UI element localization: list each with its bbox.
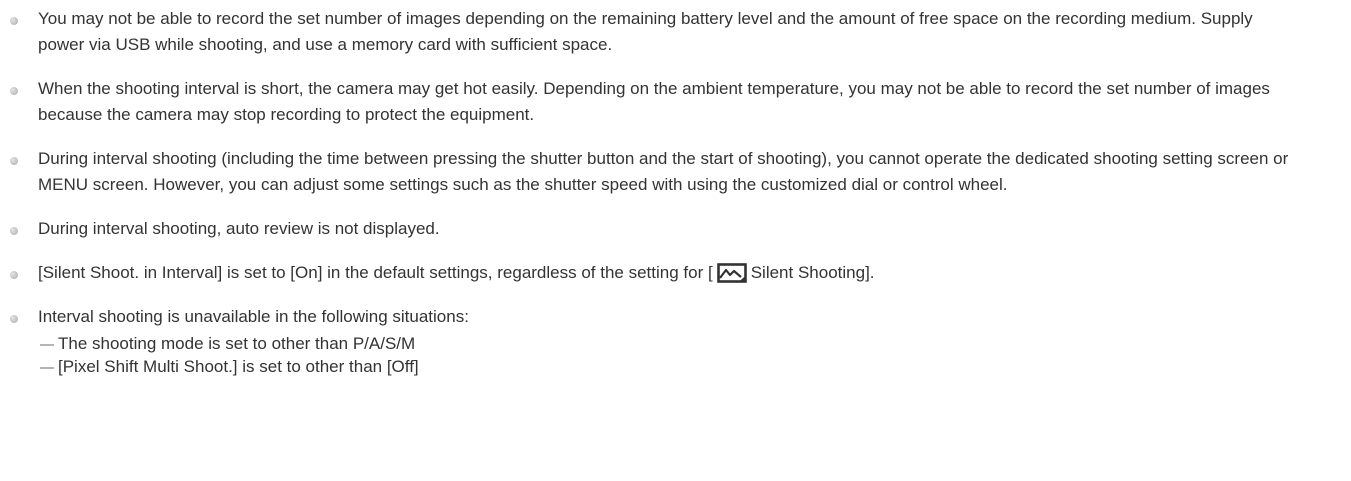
note-text-after-icon: Silent Shooting]. bbox=[750, 263, 875, 282]
sub-item-text: The shooting mode is set to other than P… bbox=[58, 334, 416, 353]
note-item: During interval shooting, auto review is… bbox=[0, 216, 1293, 242]
bullet-icon bbox=[10, 157, 18, 165]
note-item: During interval shooting (including the … bbox=[0, 146, 1293, 198]
note-text: During interval shooting, auto review is… bbox=[38, 219, 440, 238]
bullet-icon bbox=[10, 17, 18, 25]
bullet-icon bbox=[10, 87, 18, 95]
note-text: You may not be able to record the set nu… bbox=[38, 9, 1253, 54]
dash-icon bbox=[40, 367, 54, 369]
note-text-before-icon: [Silent Shoot. in Interval] is set to [O… bbox=[38, 263, 713, 282]
note-text: Interval shooting is unavailable in the … bbox=[38, 307, 469, 326]
note-item: [Silent Shoot. in Interval] is set to [O… bbox=[0, 260, 1293, 286]
note-item: When the shooting interval is short, the… bbox=[0, 76, 1293, 128]
bullet-icon bbox=[10, 315, 18, 323]
notes-list: You may not be able to record the set nu… bbox=[0, 0, 1351, 378]
note-item: You may not be able to record the set nu… bbox=[0, 6, 1293, 58]
note-text: When the shooting interval is short, the… bbox=[38, 79, 1270, 124]
sub-item-text: [Pixel Shift Multi Shoot.] is set to oth… bbox=[58, 357, 419, 376]
sub-list: The shooting mode is set to other than P… bbox=[38, 332, 1293, 378]
dash-icon bbox=[40, 344, 54, 346]
sub-list-item: The shooting mode is set to other than P… bbox=[38, 332, 1293, 355]
bullet-icon bbox=[10, 271, 18, 279]
note-text: During interval shooting (including the … bbox=[38, 149, 1289, 194]
bullet-icon bbox=[10, 227, 18, 235]
still-image-mode-icon bbox=[716, 263, 747, 283]
sub-list-item: [Pixel Shift Multi Shoot.] is set to oth… bbox=[38, 355, 1293, 378]
note-item: Interval shooting is unavailable in the … bbox=[0, 304, 1293, 378]
